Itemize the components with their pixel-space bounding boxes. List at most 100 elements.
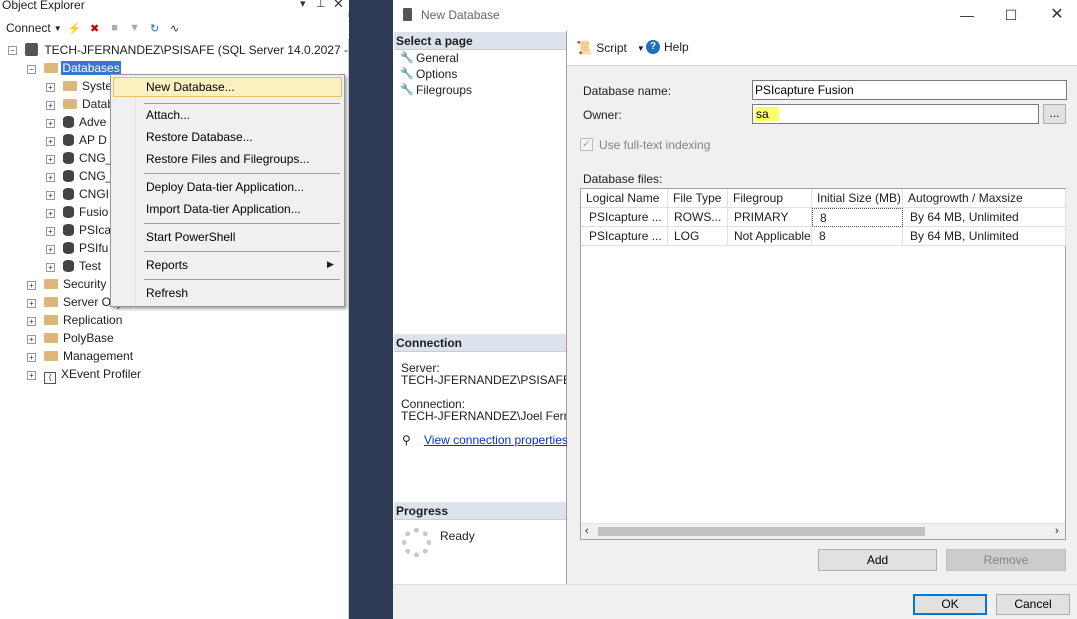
expand-toggle[interactable]: + [46, 155, 55, 164]
owner-label: Owner: [583, 108, 622, 122]
menu-item-attach[interactable]: Attach... [113, 105, 342, 125]
expand-toggle[interactable]: + [27, 353, 36, 362]
tree-server-item[interactable]: ⟨ XEvent Profiler [44, 365, 142, 384]
table-cell-selected[interactable]: 8 [812, 208, 903, 227]
column-header-initial-size[interactable]: Initial Size (MB) [812, 189, 903, 208]
script-button[interactable]: 📜 Script ▼ [576, 40, 645, 56]
connect-button[interactable]: Connect ▼ [6, 21, 62, 35]
owner-input[interactable]: sa [752, 104, 1039, 124]
expand-toggle[interactable]: + [46, 263, 55, 272]
expand-toggle[interactable]: + [27, 371, 36, 380]
filter-icon[interactable]: ▼ [128, 21, 142, 35]
table-cell[interactable]: Not Applicable [728, 227, 812, 246]
refresh-icon[interactable]: ↻ [148, 21, 162, 35]
database-name-label: Database name: [583, 84, 672, 98]
owner-browse-button[interactable]: ... [1043, 104, 1066, 124]
tree-item-label: CNG_ [79, 151, 113, 165]
tree-database-item[interactable]: Syste [63, 77, 112, 95]
scroll-right-icon[interactable]: › [1055, 524, 1059, 539]
close-icon[interactable]: ✕ [1047, 6, 1067, 24]
tree-database-item[interactable]: Adve [63, 113, 106, 131]
add-button[interactable]: Add [818, 549, 937, 571]
disconnect-icon[interactable]: ✖ [88, 21, 102, 35]
table-cell[interactable]: PSIcapture ... [581, 227, 668, 246]
horizontal-scrollbar[interactable]: ‹ › [581, 523, 1065, 539]
database-name-input[interactable]: PSIcapture Fusion [752, 80, 1067, 100]
page-general[interactable]: 🔧 General [400, 50, 459, 66]
pin-icon[interactable]: ⊥ [316, 0, 326, 10]
expand-toggle[interactable]: + [46, 137, 55, 146]
expand-toggle[interactable]: + [46, 101, 55, 110]
tree-database-item[interactable]: Test [63, 257, 101, 275]
view-connection-properties-link[interactable]: View connection properties [424, 433, 568, 447]
column-header-file-type[interactable]: File Type [668, 189, 728, 208]
menu-item-import-data-tier[interactable]: Import Data-tier Application... [113, 199, 342, 219]
tree-database-item[interactable]: Fusio [63, 203, 108, 221]
database-icon [63, 260, 74, 272]
tree-database-item[interactable]: AP D [63, 131, 107, 149]
panel-dropdown-icon[interactable]: ▾ [300, 0, 306, 10]
tree-database-item[interactable]: CNG_ [63, 167, 112, 185]
ok-button[interactable]: OK [913, 594, 987, 615]
expand-toggle[interactable]: + [46, 245, 55, 254]
table-cell[interactable]: PSIcapture ... [581, 208, 668, 227]
expand-toggle[interactable]: + [46, 173, 55, 182]
cancel-button[interactable]: Cancel [996, 594, 1070, 615]
tree-server-node[interactable]: TECH-JFERNANDEZ\PSISAFE (SQL Server 14.0… [25, 41, 384, 59]
expand-toggle[interactable]: + [27, 317, 36, 326]
tree-server-item[interactable]: Replication [44, 311, 122, 329]
tree-database-item[interactable]: PSIca [63, 221, 111, 239]
server-collapse-toggle[interactable]: − [8, 46, 17, 55]
help-button[interactable]: ? Help [646, 40, 689, 54]
table-cell[interactable]: By 64 MB, Unlimited [903, 227, 1066, 246]
databases-collapse-toggle[interactable]: − [27, 65, 36, 74]
tree-database-item[interactable]: CNG_ [63, 149, 112, 167]
page-filegroups[interactable]: 🔧 Filegroups [400, 82, 472, 98]
expand-toggle[interactable]: + [27, 281, 36, 290]
column-header-logical-name[interactable]: Logical Name [581, 189, 668, 208]
activity-monitor-icon[interactable]: ∿ [168, 21, 182, 35]
maximize-icon[interactable]: ☐ [1001, 6, 1021, 24]
expand-toggle[interactable]: + [46, 119, 55, 128]
tree-database-item[interactable]: PSIfu [63, 239, 108, 257]
tree-item-label: Syste [82, 79, 113, 93]
tree-server-item[interactable]: Management [44, 347, 133, 365]
stop-icon[interactable]: ■ [108, 21, 122, 35]
expand-toggle[interactable]: + [46, 191, 55, 200]
fulltext-checkbox[interactable]: ✓ [580, 138, 593, 151]
expand-toggle[interactable]: + [27, 299, 36, 308]
expand-toggle[interactable]: + [27, 335, 36, 344]
tree-item-label: XEvent Profiler [61, 367, 142, 381]
tree-database-item[interactable]: CNGI [63, 185, 109, 203]
connect-plug-icon[interactable]: ⚡ [68, 21, 82, 35]
menu-item-new-database[interactable]: New Database... [113, 77, 342, 97]
tree-server-item[interactable]: PolyBase [44, 329, 114, 347]
table-cell[interactable]: By 64 MB, Unlimited [903, 208, 1066, 227]
minimize-icon[interactable]: — [957, 6, 977, 24]
menu-item-restore-files[interactable]: Restore Files and Filegroups... [113, 149, 342, 169]
tree-server-item[interactable]: Security [44, 275, 106, 293]
menu-item-start-powershell[interactable]: Start PowerShell [113, 227, 342, 247]
column-header-autogrowth[interactable]: Autogrowth / Maxsize [903, 189, 1066, 208]
table-cell[interactable]: 8 [812, 227, 903, 246]
expand-toggle[interactable]: + [46, 227, 55, 236]
database-icon [63, 116, 74, 128]
table-cell[interactable]: LOG [668, 227, 728, 246]
tree-database-item[interactable]: Datab [63, 95, 114, 113]
column-header-filegroup[interactable]: Filegroup [728, 189, 812, 208]
remove-button[interactable]: Remove [946, 549, 1066, 571]
scrollbar-thumb[interactable] [598, 527, 925, 536]
expand-toggle[interactable]: + [46, 83, 55, 92]
close-panel-icon[interactable]: ✕ [333, 0, 344, 12]
wrench-icon: 🔧 [400, 51, 414, 64]
page-options[interactable]: 🔧 Options [400, 66, 457, 82]
expand-toggle[interactable]: + [46, 209, 55, 218]
menu-item-refresh[interactable]: Refresh [113, 283, 342, 303]
table-cell[interactable]: ROWS... [668, 208, 728, 227]
menu-item-restore-database[interactable]: Restore Database... [113, 127, 342, 147]
scroll-left-icon[interactable]: ‹ [585, 524, 589, 539]
menu-item-deploy-data-tier[interactable]: Deploy Data-tier Application... [113, 177, 342, 197]
table-cell[interactable]: PRIMARY [728, 208, 812, 227]
object-explorer-title-text: Object Explorer [2, 0, 85, 12]
menu-item-reports[interactable]: Reports [113, 255, 342, 275]
